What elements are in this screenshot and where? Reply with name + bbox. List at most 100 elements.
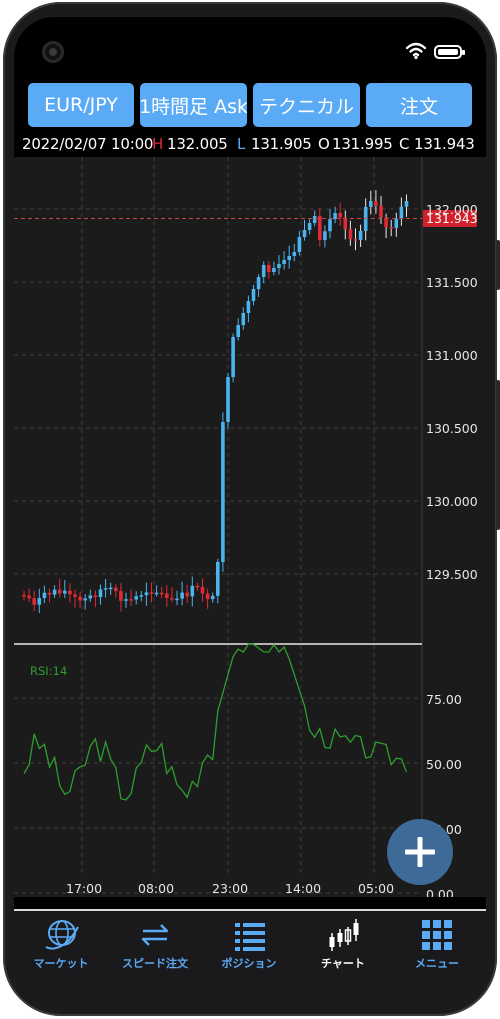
open-value: 131.995 <box>332 135 393 153</box>
rsi-tick: 50.00 <box>426 757 462 772</box>
candle-body <box>251 289 256 301</box>
price-tick: 131.500 <box>426 275 478 290</box>
wifi-icon <box>406 42 426 60</box>
candle-body <box>353 239 358 241</box>
tab-position-label: ポジション <box>221 957 277 970</box>
candle-body <box>256 277 261 289</box>
candle-body <box>22 594 26 597</box>
order-button[interactable]: 注文 <box>366 83 472 127</box>
candle-body <box>78 596 82 601</box>
high-value: 132.005 <box>167 135 228 153</box>
time-tick: 14:00 <box>285 881 321 896</box>
tab-speed-order[interactable]: スピード注文 <box>108 911 202 991</box>
candle-body <box>144 592 149 596</box>
grid-menu-icon <box>422 920 452 950</box>
candle-body <box>358 231 363 240</box>
candle-body <box>404 201 409 207</box>
open-key: O <box>318 135 330 153</box>
candle-body <box>185 592 189 597</box>
candle-body <box>277 264 281 268</box>
price-tick: 129.500 <box>426 567 478 582</box>
candle-body <box>108 587 113 590</box>
candle-body <box>68 590 72 595</box>
candle-body <box>338 213 342 218</box>
candlestick-icon <box>329 919 359 951</box>
candle-body <box>103 588 108 590</box>
add-button[interactable] <box>387 819 453 885</box>
time-tick: 08:00 <box>138 881 174 896</box>
candle-body <box>32 598 36 605</box>
price-axis: 132.000 131.500 131.000 130.500 130.000 … <box>426 202 478 582</box>
candle-body <box>27 595 31 599</box>
timeframe-button[interactable]: 1時間足 Ask <box>140 83 247 127</box>
candle-body <box>374 201 378 206</box>
technical-button[interactable]: テクニカル <box>253 83 360 127</box>
candle-body <box>318 216 322 241</box>
tab-market-label: マーケット <box>33 957 89 970</box>
tab-bar: マーケット スピード注文 ポジション チャート メニュー <box>14 909 486 999</box>
chart-area[interactable]: 131.943 132.000 131.500 131.000 130.500 … <box>14 157 486 902</box>
volume-button <box>496 240 500 290</box>
candle-body <box>343 217 348 230</box>
rsi-line <box>23 643 408 801</box>
tab-menu[interactable]: メニュー <box>390 911 484 991</box>
candle-body <box>221 422 225 562</box>
camera-icon <box>42 41 64 63</box>
candle-body <box>297 237 302 252</box>
candle-body <box>73 594 77 597</box>
bar-datetime: 2022/02/07 10:00 <box>22 135 154 153</box>
side-button <box>496 380 500 530</box>
candle-body <box>165 593 169 599</box>
candle-body <box>88 595 93 599</box>
time-axis: 17:00 08:00 23:00 14:00 05:00 <box>66 881 394 896</box>
candle-body <box>134 596 138 600</box>
plus-icon <box>405 837 435 867</box>
time-tick: 05:00 <box>358 881 394 896</box>
candle-body <box>236 325 240 337</box>
candle-body <box>139 595 144 597</box>
candle-body <box>282 260 286 264</box>
tab-chart[interactable]: チャート <box>296 911 390 991</box>
candle-body <box>170 598 174 600</box>
candle-body <box>267 265 271 272</box>
candle-body <box>180 592 184 599</box>
candle-body <box>195 585 200 588</box>
rsi-tick: 0.00 <box>426 887 454 897</box>
close-value: 131.943 <box>414 135 475 153</box>
candle-body <box>399 206 404 219</box>
candle-body <box>124 599 128 601</box>
price-tick: 132.000 <box>426 202 478 217</box>
candle-body <box>246 301 251 313</box>
candle-body <box>93 595 98 598</box>
candle-body <box>119 591 123 601</box>
candle-body <box>175 598 179 601</box>
battery-icon <box>434 45 465 59</box>
candle-body <box>149 592 154 594</box>
candle-body <box>216 562 220 596</box>
candle-body <box>210 595 215 600</box>
candle-body <box>63 590 67 594</box>
symbol-button[interactable]: EUR/JPY <box>28 83 134 127</box>
chart-grid <box>14 157 423 894</box>
tab-market[interactable]: マーケット <box>14 911 108 991</box>
candle-body <box>292 252 297 256</box>
candle-body <box>83 598 87 601</box>
price-tick: 131.000 <box>426 348 478 363</box>
ohlc-readout: 2022/02/07 10:00 H 132.005 L 131.905 O 1… <box>14 134 486 156</box>
price-tick: 130.500 <box>426 421 478 436</box>
candlestick-series <box>22 190 409 613</box>
speed-order-icon <box>141 924 169 946</box>
candle-body <box>114 587 118 592</box>
candle-body <box>307 223 312 230</box>
high-key: H <box>152 135 164 153</box>
candle-body <box>154 592 159 595</box>
tab-chart-label: チャート <box>321 957 365 970</box>
screen: EUR/JPY 1時間足 Ask テクニカル 注文 2022/02/07 10:… <box>14 17 486 999</box>
close-key: C <box>399 135 410 153</box>
candle-body <box>37 598 42 605</box>
candle-body <box>394 218 399 228</box>
chart-svg: 131.943 132.000 131.500 131.000 130.500 … <box>14 157 478 902</box>
low-value: 131.905 <box>251 135 312 153</box>
tab-position[interactable]: ポジション <box>202 911 296 991</box>
candle-body <box>328 219 332 232</box>
